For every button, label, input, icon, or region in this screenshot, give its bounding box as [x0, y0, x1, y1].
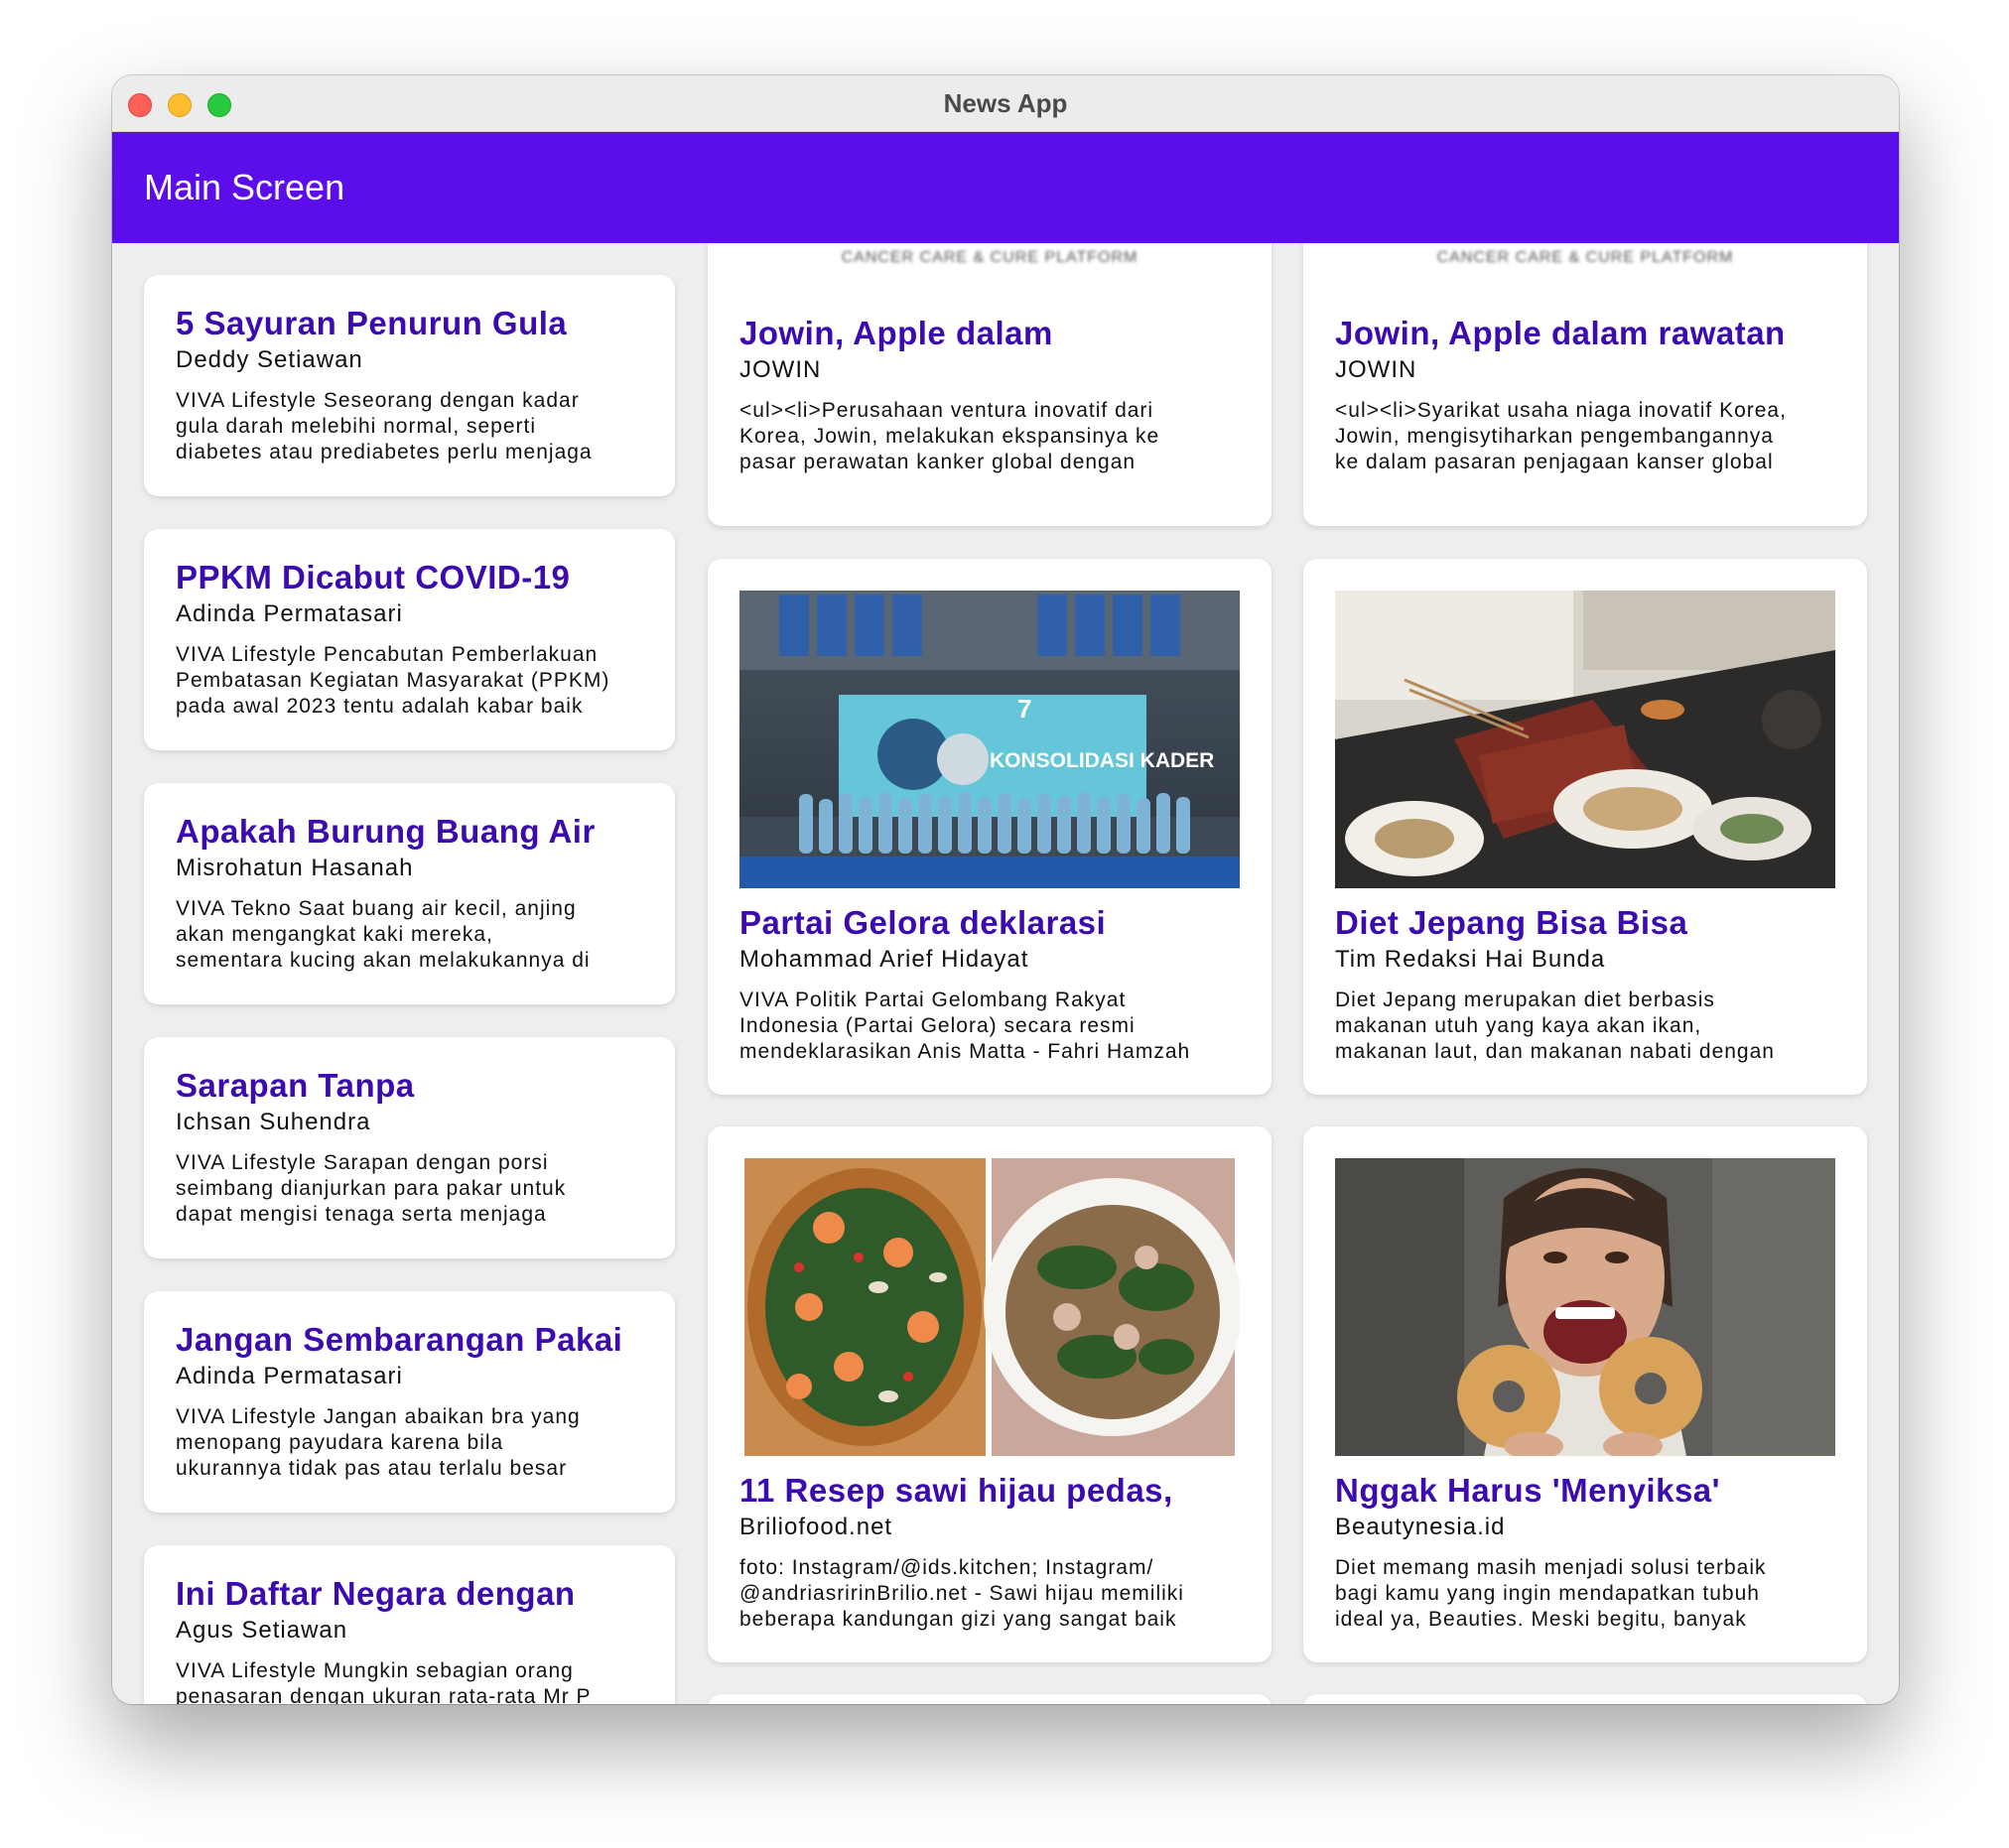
news-title: 5 Sayuran Penurun Gula — [176, 305, 568, 341]
cancer-care-logo: CANCER CARE & CURE PLATFORM — [841, 249, 1138, 266]
news-description: VIVA Lifestyle Pencabutan Pemberlakuan P… — [176, 643, 610, 718]
news-title: Jangan Sembarangan Pakai — [176, 1321, 623, 1358]
news-description: VIVA Lifestyle Mungkin sebagian orang pe… — [176, 1659, 592, 1704]
stir-fry-greens-image — [739, 1158, 1240, 1456]
japanese-meal-photo[interactable] — [1335, 591, 1835, 888]
news-card[interactable]: Ini Daftar Negara dengan Agus Setiawan V… — [144, 1545, 675, 1704]
news-author: Tim Redaksi Hai Bunda — [1335, 946, 1606, 973]
rally-badge-text: 7 — [1017, 694, 1031, 724]
news-description: Diet Jepang merupakan diet berbasis maka… — [1335, 989, 1775, 1063]
news-author: JOWIN — [1335, 356, 1417, 383]
political-rally-photo[interactable]: 7 KONSOLIDASI KADER — [739, 591, 1240, 888]
news-card[interactable]: Jangan Sembarangan Pakai Adinda Permatas… — [144, 1291, 675, 1513]
news-description: foto: Instagram/@ids.kitchen; Instagram/… — [739, 1556, 1184, 1631]
news-card[interactable]: 11 Resep sawi hijau pedas, Briliofood.ne… — [708, 1126, 1272, 1662]
news-description: <ul><li>Syarikat usaha niaga inovatif Ko… — [1335, 399, 1787, 473]
woman-donuts-photo[interactable] — [1335, 1158, 1835, 1456]
screen-title: Main Screen — [144, 167, 345, 207]
news-description: <ul><li>Perusahaan ventura inovatif dari… — [739, 399, 1160, 473]
news-title: Ini Daftar Negara dengan — [176, 1575, 576, 1612]
news-card[interactable] — [1303, 1694, 1867, 1704]
news-author: Deddy Setiawan — [176, 346, 363, 373]
news-author: Briliofood.net — [739, 1514, 893, 1540]
news-author: Beautynesia.id — [1335, 1514, 1506, 1540]
news-author: Adinda Permatasari — [176, 600, 403, 627]
woman-donuts-image — [1335, 1158, 1835, 1456]
app-window: News App Main Screen 5 Sayuran Penurun G… — [112, 75, 1899, 1704]
political-rally-image: 7 KONSOLIDASI KADER — [739, 591, 1240, 888]
news-card[interactable]: Apakah Burung Buang Air Misrohatun Hasan… — [144, 783, 675, 1004]
news-title: Apakah Burung Buang Air — [176, 813, 596, 850]
news-author: Agus Setiawan — [176, 1617, 348, 1644]
news-card[interactable]: CANCER CARE & CURE PLATFORM Jowin, Apple… — [1303, 243, 1867, 526]
news-card[interactable]: PPKM Dicabut COVID-19 Adinda Permatasari… — [144, 529, 675, 750]
news-card[interactable]: CANCER CARE & CURE PLATFORM Jowin, Apple… — [708, 243, 1272, 526]
news-card[interactable]: 5 Sayuran Penurun Gula Deddy Setiawan VI… — [144, 275, 675, 496]
news-title: PPKM Dicabut COVID-19 — [176, 559, 571, 595]
news-author: Mohammad Arief Hidayat — [739, 946, 1029, 973]
rally-banner-text: KONSOLIDASI KADER — [990, 749, 1214, 772]
news-content[interactable]: 5 Sayuran Penurun Gula Deddy Setiawan VI… — [112, 243, 1899, 1704]
news-description: VIVA Lifestyle Jangan abaikan bra yang m… — [176, 1405, 581, 1480]
news-description: VIVA Politik Partai Gelombang Rakyat Ind… — [739, 989, 1191, 1063]
news-description: VIVA Lifestyle Sarapan dengan porsi seim… — [176, 1151, 567, 1226]
news-title: Nggak Harus 'Menyiksa' — [1335, 1472, 1721, 1509]
news-card[interactable] — [708, 1694, 1272, 1704]
news-card[interactable]: Diet Jepang Bisa Bisa Tim Redaksi Hai Bu… — [1303, 559, 1867, 1095]
window-title: News App — [943, 88, 1068, 118]
title-bar: News App — [112, 75, 1899, 132]
app-bar: Main Screen — [112, 132, 1899, 243]
cancer-care-logo: CANCER CARE & CURE PLATFORM — [1436, 249, 1734, 266]
news-title: Diet Jepang Bisa Bisa — [1335, 904, 1688, 941]
japanese-meal-image — [1335, 591, 1835, 888]
news-title: Partai Gelora deklarasi — [739, 904, 1107, 941]
news-card[interactable]: Nggak Harus 'Menyiksa' Beautynesia.id Di… — [1303, 1126, 1867, 1662]
news-card[interactable]: Sarapan Tanpa Ichsan Suhendra VIVA Lifes… — [144, 1037, 675, 1258]
news-description: VIVA Lifestyle Seseorang dengan kadar gu… — [176, 389, 593, 463]
news-description: VIVA Tekno Saat buang air kecil, anjing … — [176, 897, 591, 972]
news-author: JOWIN — [739, 356, 822, 383]
news-author: Adinda Permatasari — [176, 1363, 403, 1389]
news-title: Jowin, Apple dalam — [739, 315, 1053, 351]
news-title: Sarapan Tanpa — [176, 1067, 415, 1104]
stir-fry-greens-photo[interactable] — [739, 1158, 1240, 1456]
news-title: Jowin, Apple dalam rawatan — [1335, 315, 1786, 351]
news-title: 11 Resep sawi hijau pedas, — [739, 1472, 1173, 1509]
news-author: Ichsan Suhendra — [176, 1109, 371, 1135]
news-description: Diet memang masih menjadi solusi terbaik… — [1335, 1556, 1767, 1631]
news-card[interactable]: 7 KONSOLIDASI KADER Partai Gelora deklar… — [708, 559, 1272, 1095]
news-author: Misrohatun Hasanah — [176, 855, 414, 881]
